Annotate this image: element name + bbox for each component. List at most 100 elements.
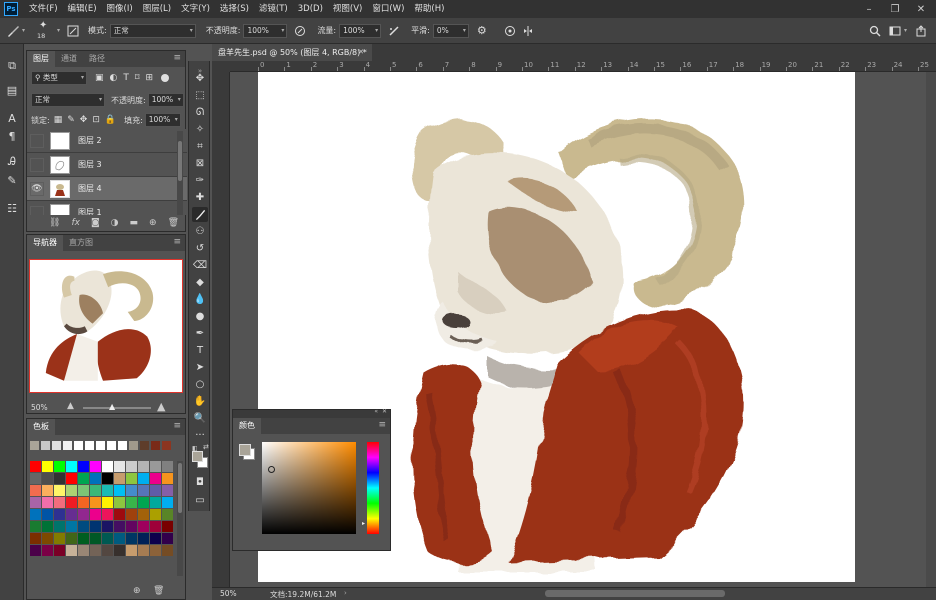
swatch[interactable] <box>30 521 41 532</box>
menu-layer[interactable]: 图层(L) <box>138 0 176 18</box>
adjustment-icon[interactable]: ◑ <box>111 218 119 228</box>
vertical-scrollbar[interactable] <box>926 72 936 587</box>
character-icon[interactable]: A <box>4 110 20 126</box>
blend-mode-select[interactable]: 正常 ▾ <box>31 93 105 107</box>
folder-icon[interactable]: ▬ <box>130 218 139 228</box>
close-window-button[interactable]: ✕ <box>908 0 934 18</box>
trash-icon[interactable]: 🗑 <box>168 218 179 228</box>
filter-pixel-icon[interactable]: ▣ <box>95 73 104 83</box>
swatch[interactable] <box>150 521 161 532</box>
swatch[interactable] <box>30 497 41 508</box>
swatch[interactable] <box>138 521 149 532</box>
swatch[interactable] <box>42 545 53 556</box>
panel-menu-icon[interactable]: ≡ <box>173 53 181 63</box>
swatch[interactable] <box>162 533 173 544</box>
swatch[interactable] <box>90 533 101 544</box>
swatch[interactable] <box>63 441 72 450</box>
menu-file[interactable]: 文件(F) <box>24 0 63 18</box>
history-icon[interactable]: ⧉ <box>4 58 20 74</box>
swatch[interactable] <box>42 473 53 484</box>
move-tool-icon[interactable]: ✥ <box>192 71 208 86</box>
swatch[interactable] <box>126 509 137 520</box>
swatch[interactable] <box>126 545 137 556</box>
swatch[interactable] <box>138 533 149 544</box>
lock-artboard-icon[interactable]: ⊡ <box>92 115 100 125</box>
chevron-down-icon[interactable]: ▾ <box>904 27 907 34</box>
swatch[interactable] <box>42 533 53 544</box>
brush-tool-icon[interactable] <box>4 22 22 40</box>
swatch[interactable] <box>118 441 127 450</box>
menu-3d[interactable]: 3D(D) <box>293 0 328 18</box>
close-icon[interactable]: ✕ <box>382 408 387 415</box>
share-icon[interactable] <box>912 22 930 40</box>
eraser-tool-icon[interactable]: ⌫ <box>192 258 208 273</box>
status-zoom[interactable]: 50% <box>220 589 237 598</box>
airbrush-icon[interactable] <box>385 22 403 40</box>
swatch[interactable] <box>54 545 65 556</box>
swatch[interactable] <box>114 461 125 472</box>
paint-bucket-tool-icon[interactable]: ◆ <box>192 275 208 290</box>
swatch[interactable] <box>102 545 113 556</box>
color-panel-titlebar[interactable]: « ✕ <box>233 408 390 418</box>
brush-settings-icon[interactable] <box>64 22 82 40</box>
vertical-ruler[interactable] <box>212 72 230 587</box>
horizontal-ruler[interactable]: 0 1 2 3 4 5 6 7 8 9 10 11 12 13 14 15 16 17 18 19 20 21 22 23 24… <box>230 61 936 72</box>
swatch[interactable] <box>150 533 161 544</box>
swatch[interactable] <box>126 461 137 472</box>
swatch[interactable] <box>162 521 173 532</box>
screen-mode-icon[interactable]: ▭ <box>192 493 208 508</box>
swatch[interactable] <box>102 509 113 520</box>
swatch[interactable] <box>150 473 161 484</box>
swatch[interactable] <box>107 441 116 450</box>
type-tool-icon[interactable]: T <box>192 343 208 358</box>
swatch[interactable] <box>151 441 160 450</box>
lasso-tool-icon[interactable]: ᘏ <box>192 105 208 120</box>
menu-view[interactable]: 视图(V) <box>328 0 367 18</box>
healing-brush-tool-icon[interactable]: ✚ <box>192 190 208 205</box>
swatch[interactable] <box>66 497 77 508</box>
swatch[interactable] <box>78 509 89 520</box>
swatch[interactable] <box>114 521 125 532</box>
swatch[interactable] <box>102 533 113 544</box>
swatch[interactable] <box>129 441 138 450</box>
swatch[interactable] <box>138 545 149 556</box>
document-tab[interactable]: 盘羊先生.psd @ 50% (图层 4, RGB/8) * ✕ <box>212 44 372 61</box>
chevron-down-icon[interactable]: ▾ <box>22 27 25 34</box>
layer-opacity-input[interactable]: 100% ▾ <box>147 93 184 107</box>
frame-tool-icon[interactable]: ⊠ <box>192 156 208 171</box>
filter-toggle-icon[interactable] <box>161 74 170 82</box>
brush-preset-picker[interactable]: ✦ 18 <box>33 20 57 42</box>
swatch[interactable] <box>78 461 89 472</box>
adjustments-icon[interactable]: ☷ <box>4 200 20 216</box>
swatch[interactable] <box>54 485 65 496</box>
tab-swatches[interactable]: 色板 <box>27 419 55 435</box>
swatch[interactable] <box>78 533 89 544</box>
smoothing-gear-icon[interactable]: ⚙ <box>473 22 491 40</box>
tab-layers[interactable]: 图层 <box>27 51 55 67</box>
panel-menu-icon[interactable]: ≡ <box>173 421 181 431</box>
swatch[interactable] <box>162 497 173 508</box>
swatch[interactable] <box>114 533 125 544</box>
swatch[interactable] <box>30 485 41 496</box>
swatch[interactable] <box>42 509 53 520</box>
swatch[interactable] <box>90 473 101 484</box>
quick-mask-icon[interactable]: ◘ <box>192 475 208 490</box>
swatch[interactable] <box>102 473 113 484</box>
lock-position-icon[interactable]: ✥ <box>80 115 88 125</box>
filter-shape-icon[interactable]: ⌑ <box>135 73 140 83</box>
swatch[interactable] <box>138 473 149 484</box>
swatch[interactable] <box>102 497 113 508</box>
swatch[interactable] <box>78 473 89 484</box>
swatch[interactable] <box>30 461 41 472</box>
glyphs-icon[interactable]: Ꭿ <box>4 154 20 170</box>
brush-tool-icon[interactable] <box>192 207 208 222</box>
swatch[interactable] <box>90 545 101 556</box>
swatch[interactable] <box>78 521 89 532</box>
panel-menu-icon[interactable]: ≡ <box>173 237 181 247</box>
swatch[interactable] <box>30 533 41 544</box>
restore-button[interactable]: ❐ <box>882 0 908 18</box>
pressure-opacity-icon[interactable] <box>291 22 309 40</box>
swatch[interactable] <box>114 473 125 484</box>
pressure-size-icon[interactable] <box>501 22 519 40</box>
filter-type-icon[interactable]: T <box>123 73 129 83</box>
